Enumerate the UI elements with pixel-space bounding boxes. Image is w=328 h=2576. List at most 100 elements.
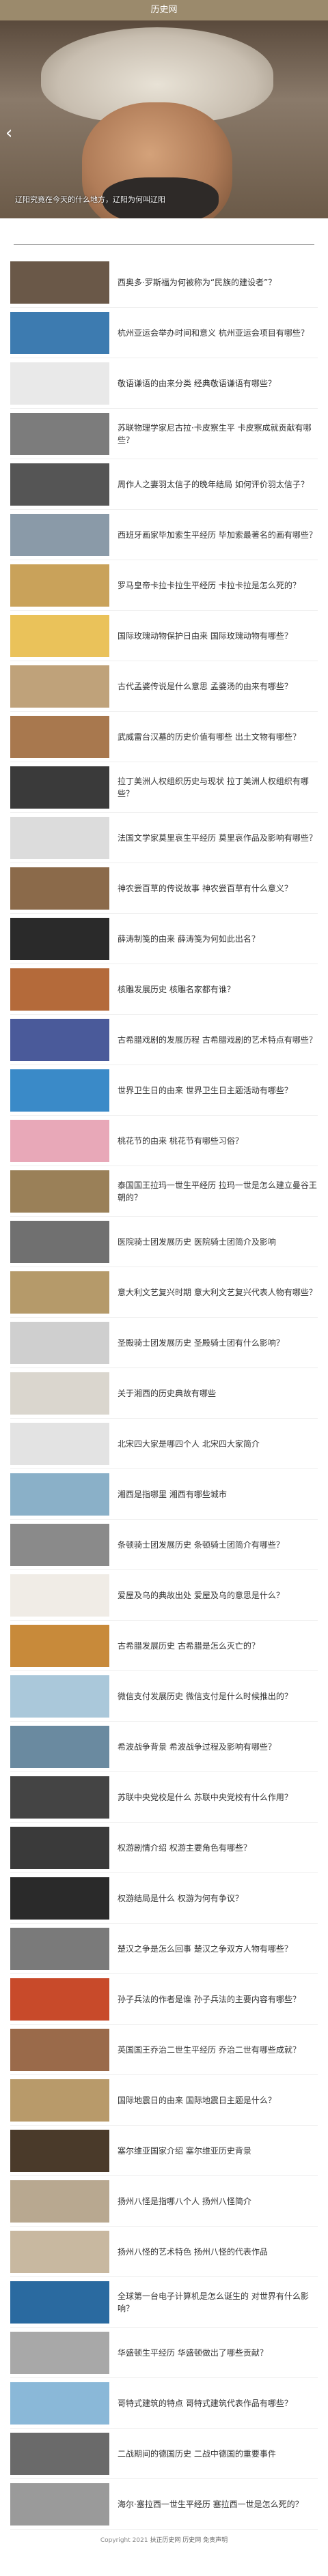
list-item[interactable]: 扬州八怪的艺术特色 扬州八怪的代表作品 bbox=[10, 2227, 318, 2277]
list-item[interactable]: 权游结局是什么 权游为何有争议？ bbox=[10, 1873, 318, 1924]
article-thumbnail[interactable] bbox=[10, 1473, 109, 1516]
list-item[interactable]: 湘西是指哪里 湘西有哪些城市 bbox=[10, 1469, 318, 1520]
article-thumbnail[interactable] bbox=[10, 2483, 109, 2526]
list-item[interactable]: 楚汉之争是怎么回事 楚汉之争双方人物有哪些？ bbox=[10, 1924, 318, 1974]
article-thumbnail[interactable] bbox=[10, 917, 109, 960]
article-title[interactable]: 英国国王乔治二世生平经历 乔治二世有哪些成就？ bbox=[118, 2044, 301, 2056]
list-item[interactable]: 苏联中央党校是什么 苏联中央党校有什么作用？ bbox=[10, 1772, 318, 1823]
list-item[interactable]: 孙子兵法的作者是谁 孙子兵法的主要内容有哪些？ bbox=[10, 1974, 318, 2025]
list-item[interactable]: 苏联物理学家尼古拉·卡皮察生平 卡皮察成就贡献有哪些？ bbox=[10, 409, 318, 459]
article-thumbnail[interactable] bbox=[10, 2281, 109, 2324]
list-item[interactable]: 国际玫瑰动物保护日由来 国际玫瑰动物有哪些？ bbox=[10, 611, 318, 661]
article-title[interactable]: 敬语谦语的由来分类 经典敬语谦语有哪些？ bbox=[118, 377, 276, 390]
list-item[interactable]: 周作人之妻羽太信子的晚年结局 如何评价羽太信子？ bbox=[10, 459, 318, 510]
list-item[interactable]: 意大利文艺复兴时期 意大利文艺复兴代表人物有哪些？ bbox=[10, 1267, 318, 1318]
article-title[interactable]: 湘西是指哪里 湘西有哪些城市 bbox=[118, 1488, 227, 1501]
article-title[interactable]: 扬州八怪是指哪八个人 扬州八怪简介 bbox=[118, 2195, 251, 2208]
article-thumbnail[interactable] bbox=[10, 2382, 109, 2425]
article-title[interactable]: 核雕发展历史 核雕名家都有谁？ bbox=[118, 983, 235, 996]
article-thumbnail[interactable] bbox=[10, 614, 109, 657]
article-thumbnail[interactable] bbox=[10, 2432, 109, 2475]
article-thumbnail[interactable] bbox=[10, 1018, 109, 1061]
article-thumbnail[interactable] bbox=[10, 1220, 109, 1263]
article-title[interactable]: 哥特式建筑的特点 哥特式建筑代表作品有哪些？ bbox=[118, 2397, 292, 2409]
hero-banner[interactable]: ‹ 辽阳究竟在今天的什么地方，辽阳为何叫辽阳 bbox=[0, 20, 328, 218]
list-item[interactable]: 敬语谦语的由来分类 经典敬语谦语有哪些？ bbox=[10, 358, 318, 409]
list-item[interactable]: 泰国国王拉玛一世生平经历 拉玛一世是怎么建立曼谷王朝的？ bbox=[10, 1166, 318, 1217]
article-title[interactable]: 世界卫生日的由来 世界卫生日主题活动有哪些？ bbox=[118, 1084, 292, 1097]
list-item[interactable]: 西奥多·罗斯福为何被称为“民族的建设者”？ bbox=[10, 257, 318, 308]
article-title[interactable]: 北宋四大家是哪四个人 北宋四大家简介 bbox=[118, 1438, 260, 1450]
list-item[interactable]: 希波战争背景 希波战争过程及影响有哪些？ bbox=[10, 1722, 318, 1772]
list-item[interactable]: 世界卫生日的由来 世界卫生日主题活动有哪些？ bbox=[10, 1065, 318, 1116]
list-item[interactable]: 西班牙画家毕加索生平经历 毕加索最著名的画有哪些？ bbox=[10, 510, 318, 560]
list-item[interactable]: 爱屋及乌的典故出处 爱屋及乌的意思是什么？ bbox=[10, 1570, 318, 1621]
article-thumbnail[interactable] bbox=[10, 968, 109, 1011]
list-item[interactable]: 全球第一台电子计算机是怎么诞生的 对世界有什么影响？ bbox=[10, 2277, 318, 2328]
list-item[interactable]: 圣殿骑士团发展历史 圣殿骑士团有什么影响？ bbox=[10, 1318, 318, 1368]
article-thumbnail[interactable] bbox=[10, 1978, 109, 2021]
article-title[interactable]: 泰国国王拉玛一世生平经历 拉玛一世是怎么建立曼谷王朝的？ bbox=[118, 1179, 318, 1204]
article-thumbnail[interactable] bbox=[10, 816, 109, 859]
list-item[interactable]: 关于湘西的历史典故有哪些 bbox=[10, 1368, 318, 1419]
list-item[interactable]: 法国文学家莫里哀生平经历 莫里哀作品及影响有哪些？ bbox=[10, 813, 318, 863]
list-item[interactable]: 古希腊发展历史 古希腊是怎么灭亡的？ bbox=[10, 1621, 318, 1671]
article-thumbnail[interactable] bbox=[10, 1574, 109, 1617]
article-title[interactable]: 扬州八怪的艺术特色 扬州八怪的代表作品 bbox=[118, 2246, 268, 2258]
list-item[interactable]: 核雕发展历史 核雕名家都有谁？ bbox=[10, 964, 318, 1015]
article-thumbnail[interactable] bbox=[10, 715, 109, 758]
list-item[interactable]: 神农尝百草的传说故事 神农尝百草有什么意义？ bbox=[10, 863, 318, 914]
list-item[interactable]: 罗马皇帝卡拉卡拉生平经历 卡拉卡拉是怎么死的？ bbox=[10, 560, 318, 611]
article-title[interactable]: 楚汉之争是怎么回事 楚汉之争双方人物有哪些？ bbox=[118, 1943, 292, 1955]
article-title[interactable]: 海尔·塞拉西一世生平经历 塞拉西一世是怎么死的？ bbox=[118, 2498, 303, 2510]
list-item[interactable]: 薛涛制笺的由来 薛涛笺为何如此出名？ bbox=[10, 914, 318, 964]
article-thumbnail[interactable] bbox=[10, 2331, 109, 2374]
article-title[interactable]: 古希腊发展历史 古希腊是怎么灭亡的？ bbox=[118, 1640, 260, 1652]
article-thumbnail[interactable] bbox=[10, 665, 109, 708]
article-title[interactable]: 古希腊戏剧的发展历程 古希腊戏剧的艺术特点有哪些？ bbox=[118, 1034, 317, 1046]
article-thumbnail[interactable] bbox=[10, 1069, 109, 1112]
article-title[interactable]: 希波战争背景 希波战争过程及影响有哪些？ bbox=[118, 1741, 276, 1753]
article-title[interactable]: 条顿骑士团发展历史 条顿骑士团简介有哪些？ bbox=[118, 1539, 284, 1551]
article-thumbnail[interactable] bbox=[10, 2230, 109, 2273]
article-title[interactable]: 微信支付发展历史 微信支付是什么时候推出的？ bbox=[118, 1690, 292, 1703]
article-thumbnail[interactable] bbox=[10, 1372, 109, 1415]
list-item[interactable]: 条顿骑士团发展历史 条顿骑士团简介有哪些？ bbox=[10, 1520, 318, 1570]
article-title[interactable]: 武威雷台汉墓的历史价值有哪些 出土文物有哪些？ bbox=[118, 731, 301, 743]
article-title[interactable]: 国际地震日的由来 国际地震日主题是什么？ bbox=[118, 2094, 276, 2107]
list-item[interactable]: 桃花节的由来 桃花节有哪些习俗？ bbox=[10, 1116, 318, 1166]
list-item[interactable]: 医院骑士团发展历史 医院骑士团简介及影响 bbox=[10, 1217, 318, 1267]
article-title[interactable]: 薛涛制笺的由来 薛涛笺为何如此出名？ bbox=[118, 933, 260, 945]
article-title[interactable]: 爱屋及乌的典故出处 爱屋及乌的意思是什么？ bbox=[118, 1589, 284, 1602]
article-title[interactable]: 全球第一台电子计算机是怎么诞生的 对世界有什么影响？ bbox=[118, 2290, 318, 2315]
article-thumbnail[interactable] bbox=[10, 2079, 109, 2122]
article-title[interactable]: 罗马皇帝卡拉卡拉生平经历 卡拉卡拉是怎么死的？ bbox=[118, 579, 301, 592]
list-item[interactable]: 拉丁美洲人权组织历史与现状 拉丁美洲人权组织有哪些？ bbox=[10, 762, 318, 813]
article-title[interactable]: 桃花节的由来 桃花节有哪些习俗？ bbox=[118, 1135, 243, 1147]
article-title[interactable]: 古代孟婆传说是什么意思 孟婆汤的由来有哪些？ bbox=[118, 680, 292, 693]
article-thumbnail[interactable] bbox=[10, 1675, 109, 1718]
article-title[interactable]: 西班牙画家毕加索生平经历 毕加索最著名的画有哪些？ bbox=[118, 529, 317, 541]
article-thumbnail[interactable] bbox=[10, 311, 109, 354]
article-thumbnail[interactable] bbox=[10, 1624, 109, 1667]
article-title[interactable]: 周作人之妻羽太信子的晚年结局 如何评价羽太信子？ bbox=[118, 478, 309, 491]
list-item[interactable]: 北宋四大家是哪四个人 北宋四大家简介 bbox=[10, 1419, 318, 1469]
article-thumbnail[interactable] bbox=[10, 1422, 109, 1465]
article-title[interactable]: 意大利文艺复兴时期 意大利文艺复兴代表人物有哪些？ bbox=[118, 1286, 317, 1299]
article-title[interactable]: 权游结局是什么 权游为何有争议？ bbox=[118, 1892, 243, 1905]
article-thumbnail[interactable] bbox=[10, 1523, 109, 1566]
article-thumbnail[interactable] bbox=[10, 1776, 109, 1819]
article-thumbnail[interactable] bbox=[10, 1170, 109, 1213]
list-item[interactable]: 英国国王乔治二世生平经历 乔治二世有哪些成就？ bbox=[10, 2025, 318, 2075]
list-item[interactable]: 华盛顿生平经历 华盛顿做出了哪些贡献？ bbox=[10, 2328, 318, 2378]
article-thumbnail[interactable] bbox=[10, 261, 109, 304]
list-item[interactable]: 国际地震日的由来 国际地震日主题是什么？ bbox=[10, 2075, 318, 2126]
article-title[interactable]: 华盛顿生平经历 华盛顿做出了哪些贡献？ bbox=[118, 2347, 268, 2359]
article-thumbnail[interactable] bbox=[10, 1927, 109, 1970]
chevron-left-icon[interactable]: ‹ bbox=[5, 123, 12, 143]
article-title[interactable]: 西奥多·罗斯福为何被称为“民族的建设者”？ bbox=[118, 276, 276, 289]
article-title[interactable]: 神农尝百草的传说故事 神农尝百草有什么意义？ bbox=[118, 882, 292, 895]
article-thumbnail[interactable] bbox=[10, 867, 109, 910]
list-item[interactable]: 古希腊戏剧的发展历程 古希腊戏剧的艺术特点有哪些？ bbox=[10, 1015, 318, 1065]
article-thumbnail[interactable] bbox=[10, 2129, 109, 2172]
